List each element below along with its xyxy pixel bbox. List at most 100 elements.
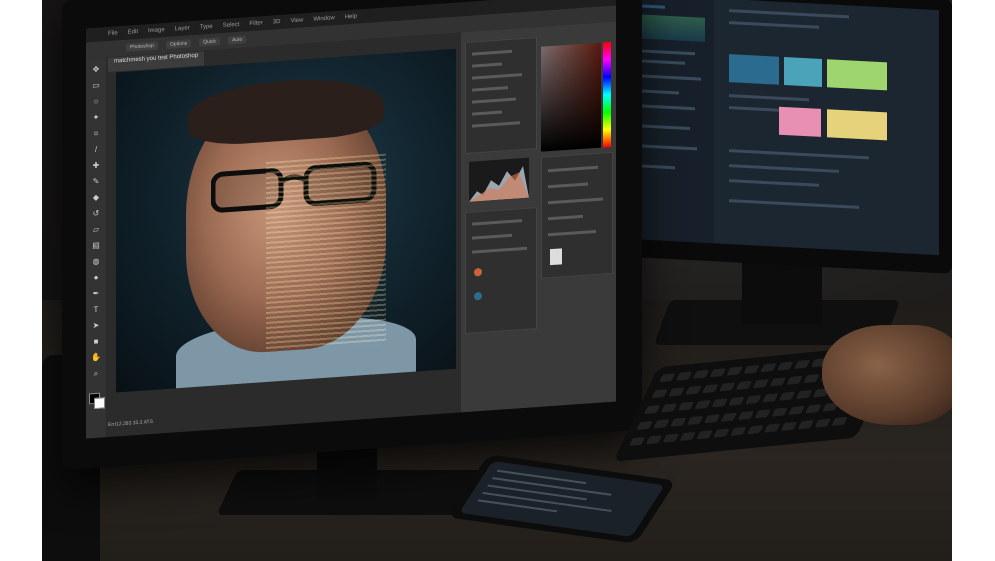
- keyboard-key: [675, 371, 693, 381]
- keyboard-key: [685, 385, 702, 395]
- tools-panel: ✥ ▭ ○ ✦ ⌗ / ✚ ✎ ◆ ↺ ▱ ▤ ◍ ● ✒ T ➤ ■ ✋ ⌕: [86, 57, 106, 439]
- keyboard-key: [754, 409, 771, 419]
- left-monitor: File Edit Image Layer Type Select Filter…: [62, 0, 642, 471]
- keyboard-key: [805, 404, 822, 414]
- eraser-tool-icon: ▱: [92, 224, 100, 235]
- keyboard-key: [651, 389, 668, 399]
- option-auto: Auto: [227, 35, 247, 45]
- keyboard-key: [696, 430, 713, 440]
- marquee-tool-icon: ▭: [92, 80, 100, 91]
- keyboard-key: [831, 416, 848, 426]
- keyboard-key: [786, 375, 803, 385]
- keyboard-key: [709, 368, 726, 378]
- histogram: [469, 157, 529, 202]
- path-tool-icon: ➤: [92, 320, 100, 331]
- keyboard-key: [662, 433, 680, 443]
- color-picker: [541, 42, 601, 152]
- keyboard-key: [728, 396, 745, 406]
- keyboard-key: [643, 404, 661, 415]
- keyboard-key: [687, 415, 704, 426]
- layer-thumbnail: [550, 248, 562, 266]
- keyboard-key: [793, 359, 811, 369]
- left-monitor-screen: File Edit Image Layer Type Select Filter…: [86, 0, 616, 439]
- image-canvas: [116, 48, 456, 393]
- option-options: Options: [165, 39, 192, 50]
- swatch-blue: [729, 54, 779, 85]
- layer-dot-orange: [474, 267, 482, 277]
- code-texture-overlay: [266, 153, 386, 353]
- keyboard-key: [711, 398, 728, 408]
- keyboard-key: [703, 414, 721, 424]
- option-quick: Quick: [199, 37, 220, 47]
- keyboard-key: [737, 410, 755, 421]
- right-monitor-screen: [629, 0, 939, 256]
- swatch-green: [827, 59, 887, 91]
- keyboard-key: [780, 421, 798, 431]
- hand: [822, 325, 952, 425]
- keyboard-key: [670, 417, 687, 427]
- keyboard-key: [778, 391, 796, 401]
- keyboard-key: [653, 419, 670, 429]
- keyboard-key: [797, 420, 815, 430]
- shape-tool-icon: ■: [93, 336, 99, 347]
- keyboard-key: [645, 435, 663, 445]
- keyboard-key: [713, 428, 730, 438]
- brush-tool-icon: ✎: [92, 176, 100, 187]
- keyboard-key: [702, 384, 719, 394]
- stamp-tool-icon: ◆: [92, 192, 100, 203]
- sidebar-thumbnail: [635, 14, 705, 42]
- hue-slider: [603, 41, 611, 148]
- menu-type: Type: [199, 23, 213, 31]
- keyboard-key: [763, 423, 781, 433]
- wand-tool-icon: ✦: [92, 112, 100, 123]
- pen-tool-icon: ✒: [92, 288, 100, 299]
- keyboard-key: [726, 366, 743, 376]
- keyboard-key: [752, 379, 770, 389]
- menu-layer: Layer: [174, 25, 190, 33]
- layers-panel: [465, 207, 537, 335]
- menu-window: Window: [313, 15, 335, 23]
- menu-help: Help: [344, 13, 358, 21]
- keyboard-key: [795, 389, 813, 400]
- keyboard-key: [668, 387, 685, 397]
- text-tool-icon: T: [93, 304, 99, 315]
- blur-tool-icon: ◍: [92, 256, 100, 267]
- menu-3d: 3D: [272, 19, 281, 26]
- keyboard-key: [745, 394, 762, 405]
- keyboard-key: [735, 380, 753, 390]
- swatch-teal: [784, 56, 822, 87]
- keyboard-key: [730, 426, 747, 436]
- keyboard-key: [762, 393, 779, 403]
- history-tool-icon: ↺: [92, 208, 100, 219]
- status-bar: ErrI12.283 33.3 ATS: [108, 418, 153, 429]
- keyboard-key: [677, 401, 695, 411]
- keyboard-key: [788, 405, 805, 416]
- keyboard-key: [694, 399, 711, 410]
- keyboard-key: [658, 373, 676, 383]
- menu-image: Image: [148, 27, 165, 35]
- eyedropper-tool-icon: /: [94, 144, 98, 154]
- layer-dot-blue: [474, 291, 482, 301]
- properties-panel: [465, 37, 537, 155]
- keyboard-key: [803, 374, 820, 384]
- menu-select: Select: [222, 21, 240, 30]
- adjustments-panel: [541, 151, 613, 279]
- menu-view: View: [290, 17, 304, 25]
- keyboard-key: [636, 420, 653, 431]
- keyboard-key: [718, 382, 736, 392]
- option-photoshop: Photoshop: [126, 41, 158, 52]
- keyboard-key: [628, 436, 646, 447]
- background-color-swatch: [94, 397, 105, 410]
- keyboard-key: [814, 418, 831, 428]
- swatch-pink: [779, 106, 821, 137]
- keyboard-key: [747, 425, 764, 435]
- crop-tool-icon: ⌗: [93, 128, 99, 139]
- keyboard-key: [777, 361, 794, 371]
- desk-scene-photo: File Edit Image Layer Type Select Filter…: [42, 0, 952, 561]
- dodge-tool-icon: ●: [93, 272, 99, 283]
- keyboard-key: [760, 363, 777, 373]
- hand-tool-icon: ✋: [91, 352, 101, 363]
- heal-tool-icon: ✚: [92, 160, 100, 171]
- swatch-yellow: [827, 109, 887, 141]
- lasso-tool-icon: ○: [93, 96, 99, 107]
